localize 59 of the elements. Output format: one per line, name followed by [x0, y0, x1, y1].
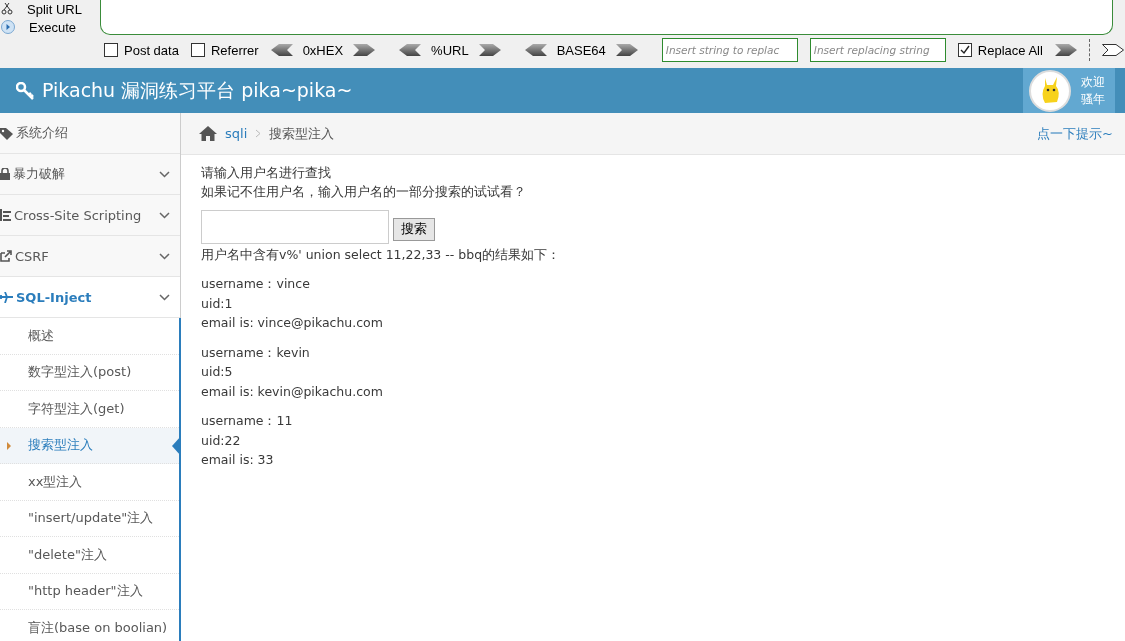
right-arrow-icon[interactable]: [478, 44, 501, 56]
chevron-down-icon: [159, 293, 170, 301]
play-icon: [1, 20, 15, 34]
checkbox[interactable]: [190, 43, 205, 57]
encode-label: BASE64: [556, 42, 606, 58]
instruction-text: 如果记不住用户名，输入用户名的一部分搜索的试试看？: [201, 183, 527, 201]
checkbox[interactable]: [957, 43, 972, 57]
result-line: uid:22: [201, 431, 242, 450]
encode-label: %URL: [431, 42, 469, 58]
right-arrow-icon[interactable]: [353, 44, 376, 56]
welcome-text: 欢迎: [1081, 74, 1105, 89]
scissors-icon: [1, 3, 13, 15]
submenu-item[interactable]: 搜索型注入: [0, 427, 179, 464]
result-line: email is: 33: [201, 451, 275, 469]
left-arrow-icon[interactable]: [270, 44, 293, 56]
plane-icon: [0, 291, 13, 303]
checkbox-label: Replace All: [977, 42, 1043, 58]
breadcrumb-current: 搜索型注入: [269, 124, 335, 143]
result-heading: 用户名中含有v%' union select 11,22,33 -- bbq的结果如下：: [201, 246, 562, 264]
url-text-area[interactable]: [100, 0, 1113, 35]
breadcrumb-link[interactable]: sqli: [225, 126, 248, 141]
split-url-button[interactable]: Split URL: [27, 1, 82, 17]
user-name: 骚年: [1081, 91, 1105, 106]
key-icon: [16, 81, 34, 100]
share-icon: [0, 250, 12, 262]
result-line: uid:1: [201, 294, 234, 313]
result-line: username：vince: [201, 275, 311, 293]
checkbox[interactable]: [104, 43, 118, 57]
result-line: uid:5: [201, 363, 234, 381]
list-icon: [0, 209, 11, 221]
replace-input-field[interactable]: Insert string to replac: [661, 38, 798, 62]
left-arrow-icon[interactable]: [524, 44, 547, 56]
site-title: Pikachu 漏洞练习平台 pika~pika~: [42, 77, 353, 103]
hint-link[interactable]: 点一下提示~: [1037, 124, 1113, 143]
execute-button[interactable]: Execute: [29, 19, 76, 35]
chevron-right-icon: [255, 129, 262, 138]
avatar-icon: [1029, 69, 1071, 112]
chevron-down-icon: [159, 170, 170, 178]
outline-arrow-icon[interactable]: [1101, 44, 1124, 56]
home-icon: [199, 126, 217, 141]
tag-icon: [0, 126, 13, 140]
result-line: username：11: [201, 412, 294, 430]
lock-icon: [0, 168, 10, 180]
search-button[interactable]: 搜索: [393, 217, 435, 241]
sidebar-item[interactable]: SQL-Inject: [0, 277, 180, 318]
checkbox-label: Post data: [124, 42, 179, 58]
username-input-field[interactable]: [201, 210, 389, 244]
instruction-text: 请输入用户名进行查找: [201, 164, 332, 182]
right-arrow-icon[interactable]: [615, 44, 638, 56]
left-arrow-icon[interactable]: [399, 44, 422, 56]
right-arrow-icon[interactable]: [1054, 44, 1077, 56]
chevron-down-icon: [159, 252, 170, 260]
result-line: username：kevin: [201, 343, 311, 362]
result-line: email is: kevin@pikachu.com: [201, 382, 384, 401]
checkbox-label: Referrer: [210, 42, 259, 58]
encode-label: 0xHEX: [302, 42, 344, 58]
replace-input-field[interactable]: Insert replacing string: [809, 38, 946, 62]
chevron-down-icon: [159, 211, 170, 219]
result-line: email is: vince@pikachu.com: [201, 314, 384, 332]
